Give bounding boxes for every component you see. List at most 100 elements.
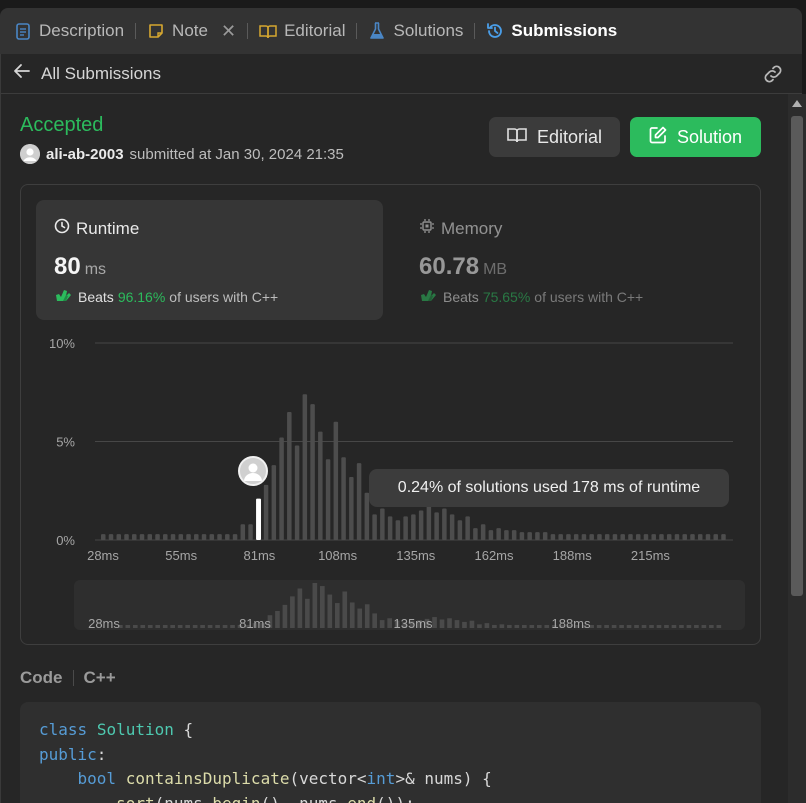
chart-bar[interactable]	[442, 508, 447, 540]
chart-bar[interactable]	[349, 476, 354, 540]
chart-bar[interactable]	[240, 524, 246, 540]
chart-bar[interactable]	[674, 534, 680, 540]
chart-bar[interactable]	[194, 534, 199, 540]
chart-bar[interactable]	[225, 534, 230, 540]
chart-bar[interactable]	[380, 508, 385, 540]
chart-bar[interactable]	[132, 534, 137, 540]
chart-bar[interactable]	[248, 524, 253, 540]
code-editor[interactable]: class Solution { public: bool containsDu…	[20, 702, 761, 803]
x-tick-label: 135ms	[396, 548, 436, 563]
chart-bar[interactable]	[542, 532, 548, 540]
chart-bar[interactable]	[302, 394, 308, 540]
chart-bar[interactable]	[271, 465, 277, 540]
overview-bar	[701, 625, 707, 628]
chart-bar[interactable]	[395, 520, 401, 540]
code-section-header: Code C++	[20, 668, 116, 688]
chart-bar[interactable]	[318, 431, 323, 540]
chart-bar[interactable]	[473, 528, 478, 540]
chart-bar[interactable]	[535, 532, 540, 540]
chart-bar[interactable]	[287, 411, 292, 540]
chart-bar[interactable]	[573, 534, 579, 540]
runtime-distribution-chart[interactable]: 10% 5% 0% 28ms 55ms 81ms 108ms 135ms 162ms 188ms…	[0, 0, 806, 803]
chart-bar[interactable]	[581, 534, 587, 540]
chart-bar[interactable]	[690, 534, 695, 540]
chart-bar[interactable]	[139, 534, 145, 540]
chart-bar[interactable]	[550, 534, 556, 540]
chart-bar[interactable]	[232, 534, 238, 540]
chart-bar[interactable]	[333, 421, 339, 540]
chart-bar[interactable]	[124, 534, 129, 540]
chart-bar[interactable]	[488, 530, 494, 540]
chart-bar[interactable]	[511, 530, 517, 540]
chart-bar[interactable]	[163, 534, 168, 540]
avatar[interactable]	[238, 456, 268, 486]
overview-bar	[694, 625, 699, 628]
overview-bar	[162, 625, 168, 628]
divider	[72, 670, 74, 686]
chart-bar[interactable]	[449, 514, 455, 540]
chart-bar[interactable]	[597, 534, 602, 540]
overview-bar	[686, 625, 692, 628]
chart-bar[interactable]	[387, 516, 393, 540]
chart-bar[interactable]	[465, 516, 470, 540]
chart-bar[interactable]	[101, 534, 106, 540]
chart-bar[interactable]	[108, 534, 114, 540]
chart-bar[interactable]	[659, 534, 664, 540]
chart-bar[interactable]	[356, 463, 362, 540]
x-tick-label: 55ms	[165, 548, 197, 563]
chart-bar[interactable]	[170, 534, 176, 540]
chart-bar[interactable]	[620, 534, 625, 540]
chart-bar[interactable]	[457, 520, 463, 540]
chart-bar[interactable]	[604, 534, 610, 540]
chart-bar[interactable]	[705, 534, 711, 540]
chart-bar[interactable]	[418, 510, 424, 540]
chart-bar[interactable]	[589, 534, 594, 540]
chart-bar[interactable]	[186, 534, 191, 540]
chart-bar[interactable]	[635, 534, 641, 540]
x-tick-label: 108ms	[318, 548, 358, 563]
chart-bar[interactable]	[496, 528, 501, 540]
chart-bar[interactable]	[263, 484, 269, 540]
chart-bar[interactable]	[527, 532, 532, 540]
chart-bar[interactable]	[178, 534, 184, 540]
chart-bar[interactable]	[612, 534, 618, 540]
x-tick-label: 28ms	[87, 548, 119, 563]
chart-bar[interactable]	[217, 534, 222, 540]
chart-bar[interactable]	[666, 534, 672, 540]
overview-bar	[641, 625, 647, 628]
chart-bar[interactable]	[426, 504, 432, 540]
chart-bar[interactable]	[155, 534, 160, 540]
chart-bar[interactable]	[504, 530, 509, 540]
chart-bar[interactable]	[651, 534, 656, 540]
chart-bar[interactable]	[403, 516, 408, 540]
overview-bar	[671, 625, 677, 628]
chart-bar[interactable]	[558, 534, 563, 540]
chart-bar[interactable]	[628, 534, 633, 540]
chart-bar[interactable]	[411, 514, 416, 540]
chart-bar[interactable]	[682, 534, 687, 540]
chart-bar[interactable]	[279, 437, 284, 540]
chart-bar[interactable]	[325, 459, 331, 540]
chart-bar[interactable]	[147, 534, 153, 540]
chart-bar[interactable]	[372, 514, 377, 540]
overview-bar	[596, 625, 602, 628]
chart-bar[interactable]	[480, 524, 486, 540]
chart-bar[interactable]	[256, 498, 262, 540]
chart-bar[interactable]	[721, 534, 726, 540]
chart-bar[interactable]	[341, 457, 346, 540]
chart-bar[interactable]	[209, 534, 215, 540]
overview-bar	[342, 591, 348, 628]
chart-bar[interactable]	[116, 534, 122, 540]
chart-bar[interactable]	[310, 404, 315, 540]
chart-bar[interactable]	[519, 532, 525, 540]
chart-bar[interactable]	[434, 512, 439, 540]
chart-bar[interactable]	[697, 534, 703, 540]
overview-bar	[155, 625, 161, 628]
overview-bar	[305, 598, 310, 628]
chart-bar[interactable]	[713, 534, 718, 540]
chart-bar[interactable]	[643, 534, 649, 540]
overview-bar	[334, 603, 340, 628]
chart-bar[interactable]	[566, 534, 571, 540]
chart-bar[interactable]	[201, 534, 207, 540]
chart-bar[interactable]	[294, 445, 300, 540]
